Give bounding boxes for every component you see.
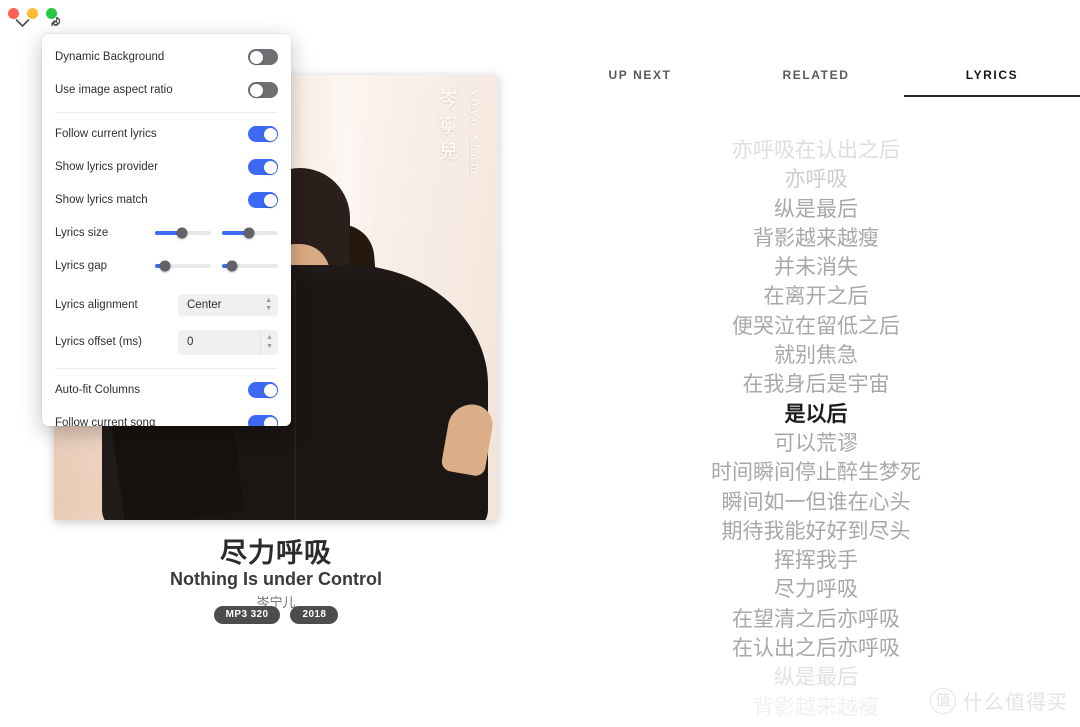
lyric-line[interactable]: 纵是最后	[552, 663, 1080, 692]
setting-label: Follow current lyrics	[55, 128, 157, 140]
lyrics-gap-sliders	[155, 260, 278, 272]
setting-label: Dynamic Background	[55, 51, 165, 63]
setting-dynamic-background[interactable]: Dynamic Background	[55, 45, 278, 69]
lyrics-gap-slider-a[interactable]	[155, 260, 211, 272]
stepper-decrement-icon[interactable]: ▼	[266, 343, 273, 350]
slider-thumb[interactable]	[159, 260, 171, 272]
lyric-line[interactable]: 挥挥我手	[552, 546, 1080, 575]
toggle-use-image-aspect-ratio[interactable]	[248, 82, 278, 98]
slider-thumb[interactable]	[176, 227, 188, 239]
setting-follow-current-song[interactable]: Follow current song	[55, 411, 278, 426]
lyric-line[interactable]: 尽力呼吸	[552, 575, 1080, 604]
divider-2	[55, 368, 278, 369]
lyric-line[interactable]: 就别焦急	[552, 341, 1080, 370]
badge-year: 2018	[290, 606, 339, 624]
toggle-dynamic-background[interactable]	[248, 49, 278, 65]
lyric-line[interactable]: 可以荒谬	[552, 429, 1080, 458]
toggle-knob	[263, 193, 277, 207]
lyric-line[interactable]: 是以后	[552, 400, 1080, 429]
lyrics-offset-value[interactable]: 0	[187, 336, 193, 348]
lyrics-size-sliders	[155, 227, 278, 239]
lyric-line[interactable]: 并未消失	[552, 253, 1080, 282]
lyric-line[interactable]: 纵是最后	[552, 195, 1080, 224]
setting-show-lyrics-match[interactable]: Show lyrics match	[55, 188, 278, 212]
lyric-line[interactable]: 在离开之后	[552, 282, 1080, 311]
artwork-title-en: yoyo sham	[467, 89, 482, 178]
lyric-line[interactable]: 背影越来越瘦	[552, 693, 1080, 722]
song-title: 尽力呼吸	[220, 538, 332, 568]
setting-label: Lyrics alignment	[55, 299, 138, 311]
toggle-knob	[249, 50, 263, 64]
setting-lyrics-offset[interactable]: Lyrics offset (ms) 0 ▲ ▼	[55, 329, 278, 355]
lyric-line[interactable]: 期待我能好好到尽头	[552, 517, 1080, 546]
lyric-line[interactable]: 背影越来越瘦	[552, 224, 1080, 253]
stepper-arrows: ▲ ▼	[260, 329, 278, 355]
lyrics-alignment-select[interactable]: Center ▲ ▼	[178, 294, 278, 316]
slider-thumb[interactable]	[226, 260, 238, 272]
setting-label: Lyrics gap	[55, 260, 107, 272]
setting-label: Lyrics size	[55, 227, 109, 239]
toggle-auto-fit-columns[interactable]	[248, 382, 278, 398]
toggle-knob	[263, 416, 277, 426]
setting-label: Use image aspect ratio	[55, 84, 173, 96]
tab-up-next[interactable]: UP NEXT	[552, 68, 728, 97]
setting-follow-current-lyrics[interactable]: Follow current lyrics	[55, 122, 278, 146]
setting-label: Lyrics offset (ms)	[55, 336, 142, 348]
setting-lyrics-alignment[interactable]: Lyrics alignment Center ▲ ▼	[55, 292, 278, 318]
toggle-follow-current-lyrics[interactable]	[248, 126, 278, 142]
song-badges: MP3 320 2018	[0, 606, 552, 624]
setting-label: Auto-fit Columns	[55, 384, 141, 396]
lyric-line[interactable]: 便哭泣在留低之后	[552, 312, 1080, 341]
chevron-up-glyph: ▲	[265, 297, 272, 304]
setting-show-lyrics-provider[interactable]: Show lyrics provider	[55, 155, 278, 179]
setting-label: Follow current song	[55, 417, 156, 426]
setting-lyrics-size[interactable]: Lyrics size	[55, 221, 278, 245]
lyric-line[interactable]: 在认出之后亦呼吸	[552, 634, 1080, 663]
lyrics-size-slider-a[interactable]	[155, 227, 211, 239]
toggle-show-lyrics-match[interactable]	[248, 192, 278, 208]
app-window: 岑寧兒 yoyo sham 尽力呼吸 Nothing Is under Cont…	[0, 0, 1080, 727]
toggle-knob	[249, 83, 263, 97]
settings-popover[interactable]: Dynamic Background Use image aspect rati…	[42, 34, 291, 426]
setting-lyrics-gap[interactable]: Lyrics gap	[55, 254, 278, 278]
lyric-line[interactable]: 时间瞬间停止醉生梦死	[552, 458, 1080, 487]
lyrics-offset-stepper[interactable]: 0 ▲ ▼	[178, 329, 278, 355]
setting-use-image-aspect-ratio[interactable]: Use image aspect ratio	[55, 78, 278, 102]
chevron-updown-icon: ▲ ▼	[265, 294, 272, 316]
slider-thumb[interactable]	[243, 227, 255, 239]
chevron-down-icon[interactable]	[13, 14, 31, 32]
tab-related[interactable]: RELATED	[728, 68, 904, 97]
chevron-down-glyph: ▼	[265, 305, 272, 312]
lyrics-alignment-value: Center	[187, 299, 222, 311]
toggle-knob	[263, 160, 277, 174]
stepper-increment-icon[interactable]: ▲	[266, 334, 273, 341]
gear-icon[interactable]	[45, 13, 65, 33]
lyrics-list[interactable]: 亦呼吸在认出之后 亦呼吸 纵是最后 背影越来越瘦 并未消失 在离开之后 便哭泣在留低之后 就别…	[552, 136, 1080, 727]
toggle-knob	[263, 127, 277, 141]
lyric-line[interactable]: 瞬间如一但谁在心头	[552, 488, 1080, 517]
toggle-follow-current-song[interactable]	[248, 415, 278, 426]
lyric-line[interactable]: 亦呼吸在认出之后	[552, 136, 1080, 165]
lyrics-size-slider-b[interactable]	[222, 227, 278, 239]
badge-format: MP3 320	[213, 606, 281, 624]
lyric-line[interactable]: 在我身后是宇宙	[552, 370, 1080, 399]
side-panel: UP NEXT RELATED LYRICS 亦呼吸在认出之后 亦呼吸 纵是最后 背影…	[552, 0, 1080, 727]
lyric-line[interactable]: 亦呼吸	[552, 165, 1080, 194]
setting-label: Show lyrics match	[55, 194, 148, 206]
setting-auto-fit-columns[interactable]: Auto-fit Columns	[55, 378, 278, 402]
setting-label: Show lyrics provider	[55, 161, 158, 173]
artwork-title-cn: 岑寧兒	[436, 89, 457, 167]
divider-1	[55, 112, 278, 113]
toggle-knob	[263, 383, 277, 397]
lyric-line[interactable]: 在望清之后亦呼吸	[552, 605, 1080, 634]
toggle-show-lyrics-provider[interactable]	[248, 159, 278, 175]
lyrics-gap-slider-b[interactable]	[222, 260, 278, 272]
tab-lyrics[interactable]: LYRICS	[904, 68, 1080, 97]
panel-tabs: UP NEXT RELATED LYRICS	[552, 68, 1080, 97]
song-alt-title: Nothing Is under Control	[170, 569, 382, 589]
